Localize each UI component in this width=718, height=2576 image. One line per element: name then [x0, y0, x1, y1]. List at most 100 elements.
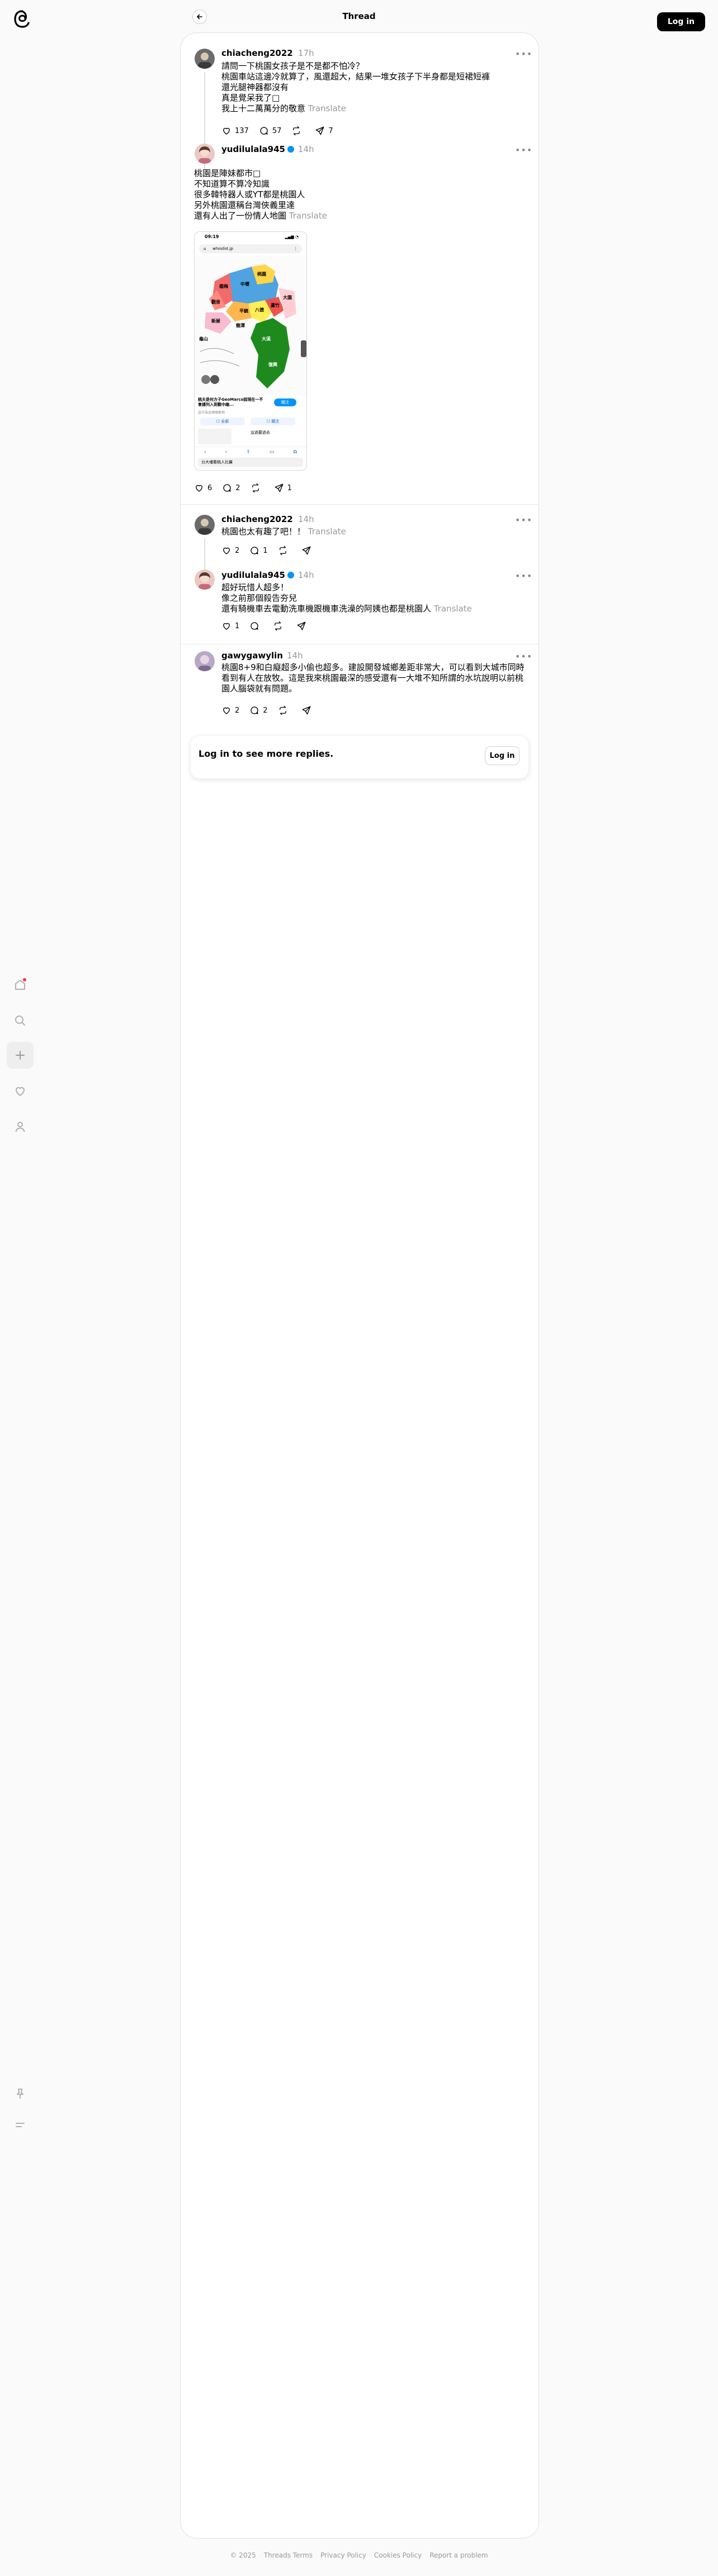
post-time[interactable]: 17h — [298, 48, 314, 59]
nav-profile[interactable] — [7, 1113, 34, 1140]
footer-terms-link[interactable]: Threads Terms — [264, 2551, 313, 2559]
post-text: 請問一下桃園女孩子是不是都不怕冷？ 桃園車站這邊冷就算了，風還超大，結果一堆女孩… — [221, 61, 490, 113]
like-count: 2 — [235, 706, 240, 715]
comment-icon — [251, 547, 258, 554]
post-username[interactable]: gawygawylin — [221, 650, 283, 661]
post-image[interactable]: 09:19 ▂▄▆ ◔ ⌂ whoslist.jp ⋮ 中壢 桃園 八德 大溪 … — [194, 231, 307, 471]
comment-icon — [223, 484, 231, 492]
map-label: 八德 — [254, 307, 264, 312]
more-options-button[interactable]: ••• — [515, 50, 532, 59]
map-label: 新屋 — [211, 318, 220, 324]
post-time[interactable]: 14h — [298, 144, 314, 155]
back-button[interactable] — [192, 10, 207, 24]
repost-icon — [275, 621, 282, 631]
heart-icon — [223, 547, 230, 554]
share-button[interactable]: 1 — [274, 483, 292, 493]
reply-button[interactable]: 1 — [249, 545, 268, 556]
post-time[interactable]: 14h — [298, 570, 314, 581]
follow-link[interactable]: ☐ 關注 — [251, 418, 295, 425]
reply-button[interactable] — [249, 621, 263, 631]
send-icon — [302, 706, 310, 715]
share-button[interactable] — [301, 545, 315, 556]
repost-button[interactable] — [251, 483, 264, 493]
send-icon — [275, 483, 283, 492]
back-nav-icon[interactable]: ‹ — [204, 449, 206, 455]
more-options-button[interactable]: ••• — [515, 146, 532, 155]
post-time[interactable]: 14h — [287, 650, 303, 661]
footer-report-link[interactable]: Report a problem — [429, 2551, 488, 2559]
post-username[interactable]: yudilulala945 — [221, 144, 294, 155]
footer-cookies-link[interactable]: Cookies Policy — [374, 2551, 422, 2559]
translate-link[interactable]: Translate — [289, 211, 327, 221]
send-icon — [302, 546, 310, 555]
nav-menu[interactable] — [7, 2112, 34, 2138]
reply-button[interactable]: 2 — [222, 483, 240, 493]
tabs-nav-icon[interactable]: ⧉ — [293, 449, 296, 455]
avatar[interactable] — [195, 570, 215, 590]
more-options-button[interactable]: ••• — [515, 572, 532, 581]
reply-button[interactable]: 57 — [259, 126, 281, 136]
post-actions: 137 57 7 — [221, 126, 343, 136]
reply-button[interactable]: 2 — [249, 705, 268, 715]
nav-pin[interactable] — [7, 2080, 34, 2107]
map-label: 大園 — [283, 295, 292, 300]
heart-icon — [223, 127, 230, 135]
send-icon — [315, 126, 324, 135]
heart-icon — [196, 485, 202, 492]
login-prompt-text: Log in to see more replies. — [199, 748, 334, 759]
repost-icon — [252, 483, 259, 493]
map-image: 中壢 桃園 八德 大溪 平鎮 楊梅 觀音 新屋 蘆竹 大園 龜山 龍潭 復興 — [195, 257, 306, 396]
share-button[interactable]: 7 — [315, 126, 333, 136]
like-button[interactable]: 2 — [221, 545, 239, 556]
post-username[interactable]: chiacheng2022 — [221, 48, 293, 59]
share-count: 1 — [287, 483, 292, 492]
all-link[interactable]: ☐ 全部 — [200, 418, 245, 425]
nav-home[interactable] — [7, 971, 34, 998]
avatar[interactable] — [195, 144, 215, 164]
reply-count: 2 — [263, 706, 268, 715]
post-username[interactable]: chiacheng2022 — [221, 514, 293, 525]
login-button[interactable]: Log in — [657, 12, 705, 31]
more-options-button[interactable]: ••• — [515, 652, 532, 661]
plus-icon — [16, 1051, 25, 1060]
follow-button[interactable]: 關注 — [274, 399, 296, 406]
post-username[interactable]: yudilulala945 — [221, 570, 294, 581]
repost-button[interactable] — [273, 621, 286, 631]
post-actions: 2 1 — [221, 545, 325, 556]
url-bar: ⌂ whoslist.jp ⋮ — [199, 244, 302, 253]
repost-button[interactable] — [278, 545, 291, 556]
like-button[interactable]: 1 — [221, 621, 239, 631]
like-count: 2 — [235, 546, 240, 555]
avatar[interactable] — [195, 515, 215, 535]
repost-button[interactable] — [291, 126, 305, 136]
more-options-button[interactable]: ••• — [515, 516, 532, 525]
like-button[interactable]: 2 — [221, 705, 239, 715]
post-time[interactable]: 14h — [298, 514, 314, 525]
share-nav-icon[interactable]: ⇪ — [246, 449, 251, 455]
avatar[interactable] — [195, 49, 215, 69]
post-actions: 2 2 — [221, 705, 325, 715]
verified-badge-icon — [287, 571, 294, 578]
thread-card: chiacheng2022 17h ••• 請問一下桃園女孩子是不是都不怕冷？ … — [180, 32, 539, 2539]
nav-search[interactable] — [7, 1007, 34, 1034]
repost-icon — [279, 545, 286, 556]
nav-create[interactable] — [7, 1042, 34, 1069]
footer-privacy-link[interactable]: Privacy Policy — [320, 2551, 366, 2559]
translate-link[interactable]: Translate — [308, 526, 346, 537]
like-button[interactable]: 137 — [221, 126, 249, 136]
like-button[interactable]: 6 — [194, 483, 212, 493]
repost-button[interactable] — [278, 705, 291, 715]
like-count: 1 — [235, 622, 240, 630]
forward-nav-icon[interactable]: › — [225, 449, 228, 455]
share-button[interactable] — [301, 705, 315, 715]
translate-link[interactable]: Translate — [308, 103, 346, 113]
bookmarks-nav-icon[interactable]: ▭ — [270, 449, 275, 455]
avatar[interactable] — [195, 651, 215, 671]
nav-activity[interactable] — [7, 1078, 34, 1104]
post-text: 桃園也太有趣了吧！！ Translate — [221, 526, 346, 537]
translate-link[interactable]: Translate — [434, 604, 472, 614]
login-prompt-button[interactable]: Log in — [485, 746, 519, 765]
share-button[interactable] — [296, 621, 310, 631]
post-actions: 6 2 1 — [194, 483, 302, 493]
menu-icon — [16, 2123, 25, 2127]
